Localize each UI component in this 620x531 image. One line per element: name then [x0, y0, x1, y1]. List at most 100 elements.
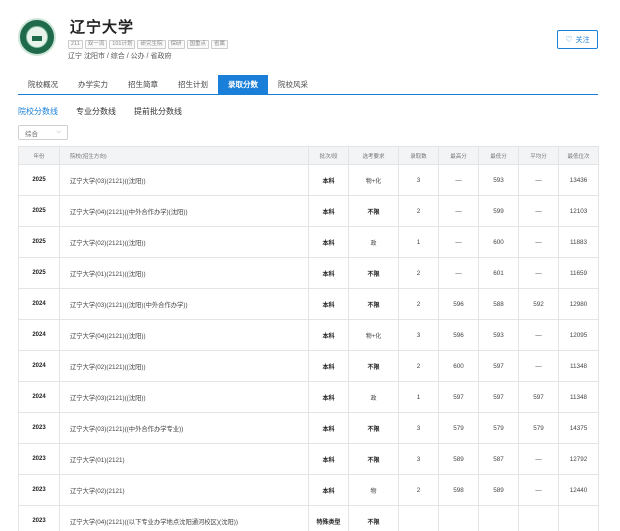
school-tag: 211	[68, 40, 83, 49]
cell-school-direction: 辽宁大学(02)(2121)((沈阳))	[59, 350, 309, 382]
table-row: 2024 辽宁大学(04)(2121)((沈阳)) 本科 物+化 3 596 593—120…	[18, 319, 599, 351]
cell-min-rank: 11348	[558, 381, 599, 413]
subtab-early-batch-scores[interactable]: 提前批分数线	[134, 106, 182, 117]
cell-year: 2025	[18, 257, 60, 289]
category-select[interactable]: 综合 ⌵	[18, 125, 68, 140]
cell-min-score	[478, 505, 519, 531]
cell-min-score: 593	[478, 164, 519, 196]
cell-batch: 本科	[308, 288, 349, 320]
cell-max-score: —	[438, 164, 479, 196]
cell-min-rank: 12792	[558, 443, 599, 475]
cell-min-rank	[558, 505, 599, 531]
school-logo	[18, 18, 56, 56]
cell-school-direction: 辽宁大学(04)(2121)((沈阳))	[59, 319, 309, 351]
cell-admitted: 3	[398, 319, 439, 351]
cell-admitted: 3	[398, 412, 439, 444]
cell-min-score: 593	[478, 319, 519, 351]
cell-avg-score: —	[518, 474, 559, 506]
tab-admission-scores[interactable]: 录取分数	[218, 75, 268, 94]
cell-max-score: 598	[438, 474, 479, 506]
subtab-school-scores[interactable]: 院校分数线	[18, 106, 58, 117]
school-location: 辽宁 沈阳市 / 综合 / 公办 / 省政府	[68, 53, 172, 60]
cell-min-score: 599	[478, 195, 519, 227]
cell-avg-score: —	[518, 195, 559, 227]
school-tag: 101计划	[109, 40, 136, 49]
category-select-value: 综合	[25, 130, 38, 138]
cell-school-direction: 辽宁大学(04)(2121)((以下专业办学地点沈阳通河校区)(沈阳))	[59, 505, 309, 531]
table-row: 2023 辽宁大学(03)(2121)((中外合作办学专业)) 本科 不限 3 579 57…	[18, 412, 599, 444]
cell-max-score: 600	[438, 350, 479, 382]
cell-min-score: 588	[478, 288, 519, 320]
table-row: 2024 辽宁大学(02)(2121)((沈阳)) 本科 不限 2 600 597—1134…	[18, 350, 599, 382]
cell-avg-score: 579	[518, 412, 559, 444]
cell-min-rank: 12103	[558, 195, 599, 227]
score-table-body: 2025 辽宁大学(03)(2121)((沈阳)) 本科 物+化 3—593—13436…	[18, 164, 599, 531]
cell-min-rank: 14375	[558, 412, 599, 444]
cell-admitted: 3	[398, 164, 439, 196]
cell-year: 2024	[18, 350, 60, 382]
cell-min-score: 589	[478, 474, 519, 506]
tab-strength[interactable]: 办学实力	[68, 75, 118, 94]
tab-campus-style[interactable]: 院校风采	[268, 75, 318, 94]
cell-max-score: 579	[438, 412, 479, 444]
col-batch: 批次/段	[308, 146, 349, 165]
table-row: 2023 辽宁大学(01)(2121) 本科 不限 3 589 587—12792	[18, 443, 599, 475]
cell-year: 2024	[18, 381, 60, 413]
cell-school-direction: 辽宁大学(03)(2121)((沈阳))	[59, 164, 309, 196]
cell-batch: 本科	[308, 226, 349, 258]
cell-min-rank: 11883	[558, 226, 599, 258]
heart-icon: ♡	[565, 35, 573, 44]
subtab-major-scores[interactable]: 专业分数线	[76, 106, 116, 117]
table-row: 2023 辽宁大学(02)(2121) 本科物 2 598 589—12440	[18, 474, 599, 506]
cell-year: 2025	[18, 226, 60, 258]
cell-year: 2025	[18, 195, 60, 227]
table-header-row: 年份 院校(招生方向) 批次/段 选考要求 录取数 最高分 最低分 平均分 最低…	[18, 146, 599, 165]
cell-subject-req: 不限	[348, 288, 399, 320]
cell-subject-req: 物	[348, 474, 399, 506]
follow-button[interactable]: ♡ 关注	[557, 30, 598, 49]
tab-admission-guide[interactable]: 招生简章	[118, 75, 168, 94]
cell-max-score: —	[438, 195, 479, 227]
cell-max-score: 596	[438, 288, 479, 320]
cell-min-rank: 12980	[558, 288, 599, 320]
cell-admitted: 2	[398, 474, 439, 506]
cell-batch: 本科	[308, 443, 349, 475]
cell-year: 2025	[18, 164, 60, 196]
cell-avg-score: 592	[518, 288, 559, 320]
table-row: 2025 辽宁大学(04)(2121)((中外合作办学)(沈阳)) 本科 不限 2—59…	[18, 195, 599, 227]
cell-min-rank: 12440	[558, 474, 599, 506]
cell-year: 2023	[18, 505, 60, 531]
cell-admitted	[398, 505, 439, 531]
cell-school-direction: 辽宁大学(03)(2121)((沈阳)(中外合作办学))	[59, 288, 309, 320]
cell-min-score: 600	[478, 226, 519, 258]
cell-max-score: —	[438, 257, 479, 289]
col-avg-score: 平均分	[518, 146, 559, 165]
cell-max-score: 596	[438, 319, 479, 351]
cell-admitted: 2	[398, 257, 439, 289]
col-year: 年份	[18, 146, 60, 165]
school-name: 辽宁大学	[70, 19, 135, 36]
tab-overview[interactable]: 院校概况	[18, 75, 68, 94]
cell-min-score: 587	[478, 443, 519, 475]
cell-avg-score: —	[518, 164, 559, 196]
cell-batch: 本科	[308, 412, 349, 444]
cell-min-rank: 12095	[558, 319, 599, 351]
cell-avg-score: —	[518, 226, 559, 258]
col-subject-req: 选考要求	[348, 146, 399, 165]
cell-avg-score: —	[518, 443, 559, 475]
tab-enrollment-plan[interactable]: 招生计划	[168, 75, 218, 94]
cell-avg-score: —	[518, 257, 559, 289]
table-row: 2024 辽宁大学(03)(2121)((沈阳)) 本科政 1 597 597 597 113…	[18, 381, 599, 413]
cell-min-rank: 11348	[558, 350, 599, 382]
score-subtabs: 院校分数线 专业分数线 提前批分数线	[18, 106, 182, 117]
cell-school-direction: 辽宁大学(03)(2121)((中外合作办学专业))	[59, 412, 309, 444]
cell-subject-req: 不限	[348, 257, 399, 289]
cell-max-score: —	[438, 226, 479, 258]
cell-min-score: 597	[478, 350, 519, 382]
col-min-score: 最低分	[478, 146, 519, 165]
table-row: 2025 辽宁大学(01)(2121)((沈阳)) 本科 不限 2—601—11659	[18, 257, 599, 289]
cell-batch: 本科	[308, 381, 349, 413]
cell-subject-req: 物+化	[348, 319, 399, 351]
cell-year: 2023	[18, 474, 60, 506]
school-tag: 省属	[211, 40, 229, 49]
